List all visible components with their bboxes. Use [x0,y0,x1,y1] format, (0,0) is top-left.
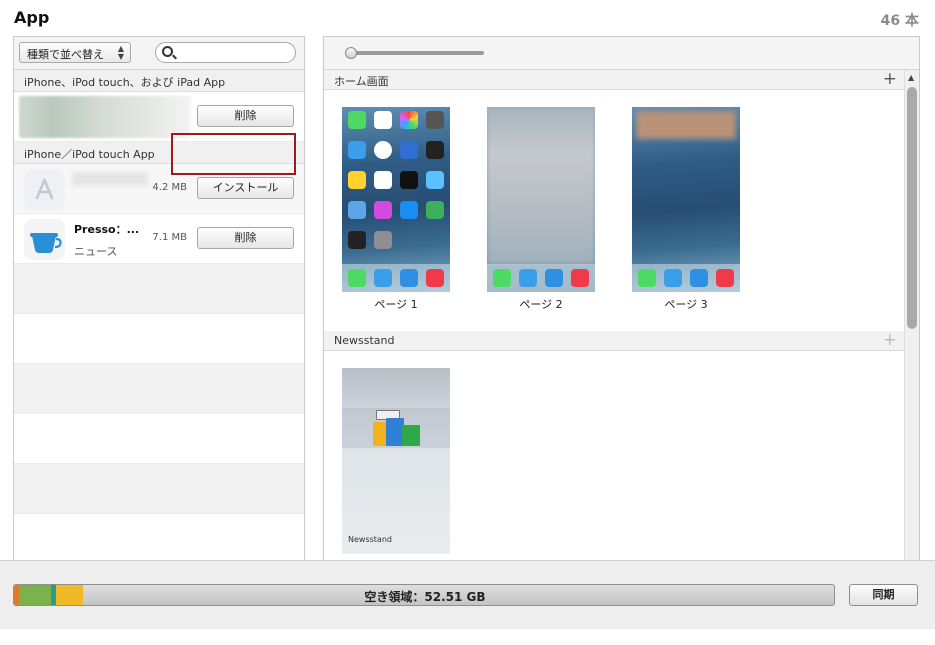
home-page-3[interactable] [632,107,740,292]
dock [342,264,450,292]
app-category: ニュース [74,245,118,258]
free-space-label: 空き領域：52.51 GB [364,590,486,604]
install-button[interactable]: インストール [197,177,294,199]
delete-button[interactable]: 削除 [197,227,294,249]
magazine-icon [402,425,420,446]
zoom-bar [324,37,919,70]
blurred-icons [487,107,595,264]
app-row[interactable]: Presso：... ニュース 7.1 MB 削除 [14,214,304,264]
app-size: 4.2 MB [152,182,187,193]
search-input[interactable] [176,45,290,60]
app-list-toolbar: 種類で並べ替え ▲ ▼ [14,37,304,70]
newsstand-page[interactable]: Newsstand [342,368,450,554]
empty-row [14,464,304,514]
search-icon [162,46,173,57]
magazine-icon [373,422,387,446]
app-size: 7.1 MB [152,232,187,243]
page-caption: ページ 1 [374,298,418,311]
app-count: 46 本 [880,13,919,29]
empty-row [14,364,304,414]
header: App 46 本 [0,0,935,36]
add-page-icon[interactable]: + [883,70,897,88]
empty-row [14,514,304,561]
home-screen-panel: ホーム画面 + ページ 1 ページ 2 ページ 3 Newsstand + Ne… [323,36,920,562]
app-list-panel: 種類で並べ替え ▲ ▼ iPhone、iPod touch、および iPad Ap… [13,36,305,562]
scroll-up-arrow-icon[interactable]: ▲ [908,73,914,82]
blurred-app-info [19,96,191,138]
delete-button[interactable]: 削除 [197,105,294,127]
home-screen-header: ホーム画面 + [324,70,905,90]
zoom-slider-track[interactable] [348,51,484,55]
home-screen-label: ホーム画面 [334,75,389,88]
updown-arrows-icon: ▲ ▼ [117,44,124,61]
empty-row [14,414,304,464]
sort-select[interactable]: 種類で並べ替え ▲ ▼ [19,42,131,63]
newsstand-label: Newsstand [348,535,392,544]
add-newsstand-icon[interactable]: + [883,331,897,349]
search-field[interactable] [155,42,296,63]
home-page-2[interactable] [487,107,595,292]
home-page-1[interactable] [342,107,450,292]
dock [487,264,595,292]
section-header-universal: iPhone、iPod touch、および iPad App [14,70,304,92]
blurred-icons [636,111,736,139]
app-name: Presso：... [74,223,140,236]
page-title: App [14,8,50,27]
bottom-bar: 空き領域：52.51 GB 同期 [0,560,935,629]
page-caption: ページ 3 [664,298,708,311]
scroll-thumb[interactable] [907,87,917,329]
newsstand-header-label: Newsstand [334,334,395,347]
zoom-slider-thumb[interactable] [345,47,357,59]
empty-row [14,264,304,314]
sort-select-label: 種類で並べ替え [27,48,104,61]
vertical-scrollbar[interactable]: ▲ [904,70,919,561]
install-highlight-frame [171,133,296,175]
sync-button[interactable]: 同期 [849,584,918,606]
dock [632,264,740,292]
app-store-icon [24,169,65,210]
capacity-bar: 空き領域：52.51 GB [13,584,835,606]
presso-app-icon [24,219,65,260]
page-caption: ページ 2 [519,298,563,311]
newsstand-header: Newsstand + [324,331,905,351]
blurred-app-name [72,172,148,186]
empty-row [14,314,304,364]
